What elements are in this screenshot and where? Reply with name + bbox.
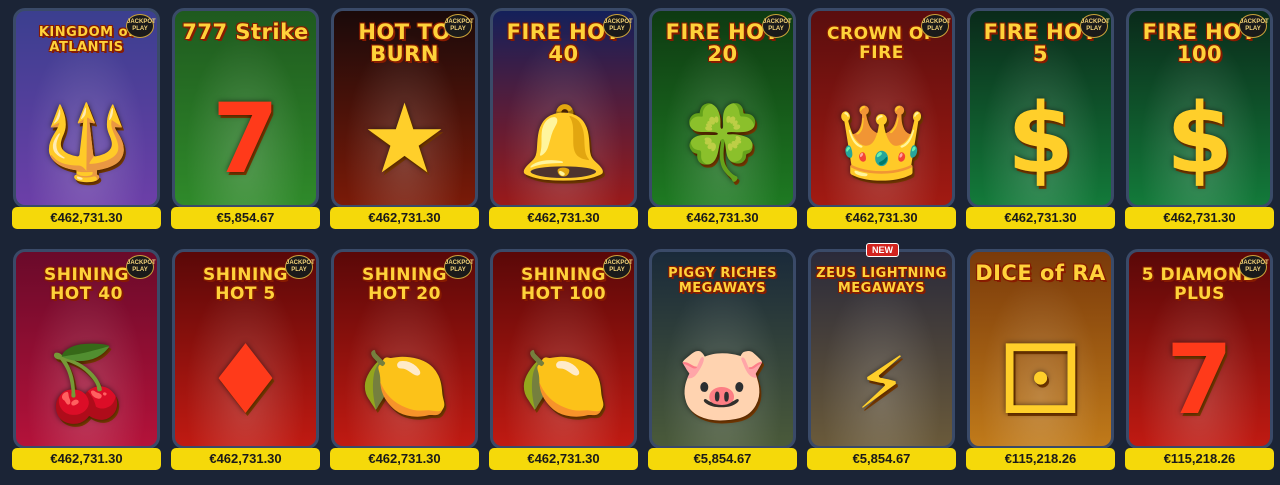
jackpot-play-badge: JACKPOT PLAY	[1239, 255, 1269, 279]
trident-icon: 🔱	[41, 100, 132, 184]
game-title: DICE of RA	[975, 261, 1106, 285]
game-thumbnail[interactable]: KINGDOM of ATLANTIS 🔱 JACKPOT PLAY	[13, 8, 160, 208]
game-title: ZEUS LIGHTNING MEGAWAYS	[816, 266, 947, 296]
jackpot-amount: €5,854.67	[648, 448, 797, 470]
jackpot-amount: €462,731.30	[330, 207, 479, 229]
game-tile[interactable]: DICE of RA ⚀ €115,218.26	[966, 249, 1115, 470]
dollar-icon: $	[1166, 83, 1233, 195]
game-tile[interactable]: FIRE HOT 20 🍀 JACKPOT PLAY €462,731.30	[648, 8, 797, 229]
jackpot-play-badge: JACKPOT PLAY	[126, 255, 156, 279]
game-title: 777 Strike	[182, 20, 309, 44]
lemon-icon: 🍋	[518, 341, 609, 425]
jackpot-amount: €462,731.30	[171, 448, 320, 470]
game-thumbnail[interactable]: FIRE HOT 100 $ JACKPOT PLAY	[1126, 8, 1273, 208]
jackpot-amount: €462,731.30	[966, 207, 1115, 229]
jackpot-amount: €115,218.26	[1125, 448, 1274, 470]
jackpot-play-badge: JACKPOT PLAY	[762, 14, 792, 38]
jackpot-amount: €462,731.30	[489, 207, 638, 229]
game-tile[interactable]: KINGDOM of ATLANTIS 🔱 JACKPOT PLAY €462,731…	[12, 8, 161, 229]
bell-icon: 🔔	[518, 100, 609, 184]
game-tile[interactable]: FIRE HOT 5 $ JACKPOT PLAY €462,731.30	[966, 8, 1115, 229]
game-thumbnail[interactable]: 5 DIAMOND PLUS 7 JACKPOT PLAY	[1126, 249, 1273, 449]
game-tile[interactable]: SHINING HOT 40 🍒 JACKPOT PLAY €462,731.30	[12, 249, 161, 470]
game-tile[interactable]: CROWN OF FIRE 👑 JACKPOT PLAY €462,731.30	[807, 8, 956, 229]
jackpot-amount: €462,731.30	[489, 448, 638, 470]
dice-icon: ⚀	[998, 324, 1083, 436]
game-thumbnail[interactable]: FIRE HOT 40 🔔 JACKPOT PLAY	[490, 8, 637, 208]
game-tile[interactable]: 777 Strike 7 €5,854.67	[171, 8, 320, 229]
jackpot-play-badge: JACKPOT PLAY	[444, 255, 474, 279]
game-tile[interactable]: SHINING HOT 20 🍋 JACKPOT PLAY €462,731.30	[330, 249, 479, 470]
cherry-icon: 🍒	[41, 341, 132, 425]
pig-icon: 🐷	[677, 341, 768, 425]
jackpot-amount: €462,731.30	[1125, 207, 1274, 229]
jackpot-amount: €5,854.67	[807, 448, 956, 470]
game-tile[interactable]: NEW ZEUS LIGHTNING MEGAWAYS ⚡ €5,854.67	[807, 243, 956, 470]
jackpot-play-badge: JACKPOT PLAY	[444, 14, 474, 38]
jackpot-amount: €5,854.67	[171, 207, 320, 229]
game-tile[interactable]: PIGGY RICHES MEGAWAYS 🐷 €5,854.67	[648, 249, 797, 470]
game-thumbnail[interactable]: SHINING HOT 20 🍋 JACKPOT PLAY	[331, 249, 478, 449]
game-thumbnail[interactable]: FIRE HOT 5 $ JACKPOT PLAY	[967, 8, 1114, 208]
fruit-icon: 🍋	[359, 341, 450, 425]
jackpot-play-badge: JACKPOT PLAY	[921, 14, 951, 38]
game-thumbnail[interactable]: FIRE HOT 20 🍀 JACKPOT PLAY	[649, 8, 796, 208]
star-icon: ★	[361, 83, 448, 195]
game-thumbnail[interactable]: SHINING HOT 5 ♦ JACKPOT PLAY	[172, 249, 319, 449]
game-thumbnail[interactable]: SHINING HOT 40 🍒 JACKPOT PLAY	[13, 249, 160, 449]
game-thumbnail[interactable]: PIGGY RICHES MEGAWAYS 🐷	[649, 249, 796, 449]
jackpot-play-badge: JACKPOT PLAY	[603, 14, 633, 38]
game-thumbnail[interactable]: DICE of RA ⚀	[967, 249, 1114, 449]
game-thumbnail[interactable]: SHINING HOT 100 🍋 JACKPOT PLAY	[490, 249, 637, 449]
game-thumbnail[interactable]: 777 Strike 7	[172, 8, 319, 208]
diamond-icon: ♦	[202, 324, 289, 436]
game-grid: KINGDOM of ATLANTIS 🔱 JACKPOT PLAY €462,731…	[12, 8, 1274, 470]
jackpot-play-badge: JACKPOT PLAY	[1080, 14, 1110, 38]
game-title: PIGGY RICHES MEGAWAYS	[668, 266, 777, 296]
game-tile[interactable]: 5 DIAMOND PLUS 7 JACKPOT PLAY €115,218.26	[1125, 249, 1274, 470]
game-tile[interactable]: SHINING HOT 5 ♦ JACKPOT PLAY €462,731.30	[171, 249, 320, 470]
seven-icon: 7	[1166, 324, 1233, 436]
jackpot-amount: €462,731.30	[648, 207, 797, 229]
game-tile[interactable]: FIRE HOT 100 $ JACKPOT PLAY €462,731.30	[1125, 8, 1274, 229]
new-badge: NEW	[866, 243, 899, 257]
jackpot-play-badge: JACKPOT PLAY	[126, 14, 156, 38]
game-thumbnail[interactable]: ZEUS LIGHTNING MEGAWAYS ⚡	[808, 249, 955, 449]
game-tile[interactable]: FIRE HOT 40 🔔 JACKPOT PLAY €462,731.30	[489, 8, 638, 229]
game-thumbnail[interactable]: HOT TO BURN ★ JACKPOT PLAY	[331, 8, 478, 208]
jackpot-play-badge: JACKPOT PLAY	[1239, 14, 1269, 38]
jackpot-play-badge: JACKPOT PLAY	[285, 255, 315, 279]
jackpot-amount: €115,218.26	[966, 448, 1115, 470]
game-tile[interactable]: HOT TO BURN ★ JACKPOT PLAY €462,731.30	[330, 8, 479, 229]
jackpot-play-badge: JACKPOT PLAY	[603, 255, 633, 279]
game-tile[interactable]: SHINING HOT 100 🍋 JACKPOT PLAY €462,731.30	[489, 249, 638, 470]
zeus-icon: ⚡	[856, 341, 907, 425]
clover-icon: 🍀	[677, 100, 768, 184]
seven-icon: 7	[212, 83, 279, 195]
jackpot-amount: €462,731.30	[807, 207, 956, 229]
dollar-icon: $	[1007, 83, 1074, 195]
jackpot-amount: €462,731.30	[12, 448, 161, 470]
jackpot-amount: €462,731.30	[12, 207, 161, 229]
game-thumbnail[interactable]: CROWN OF FIRE 👑 JACKPOT PLAY	[808, 8, 955, 208]
jackpot-amount: €462,731.30	[330, 448, 479, 470]
crown-icon: 👑	[836, 100, 927, 184]
